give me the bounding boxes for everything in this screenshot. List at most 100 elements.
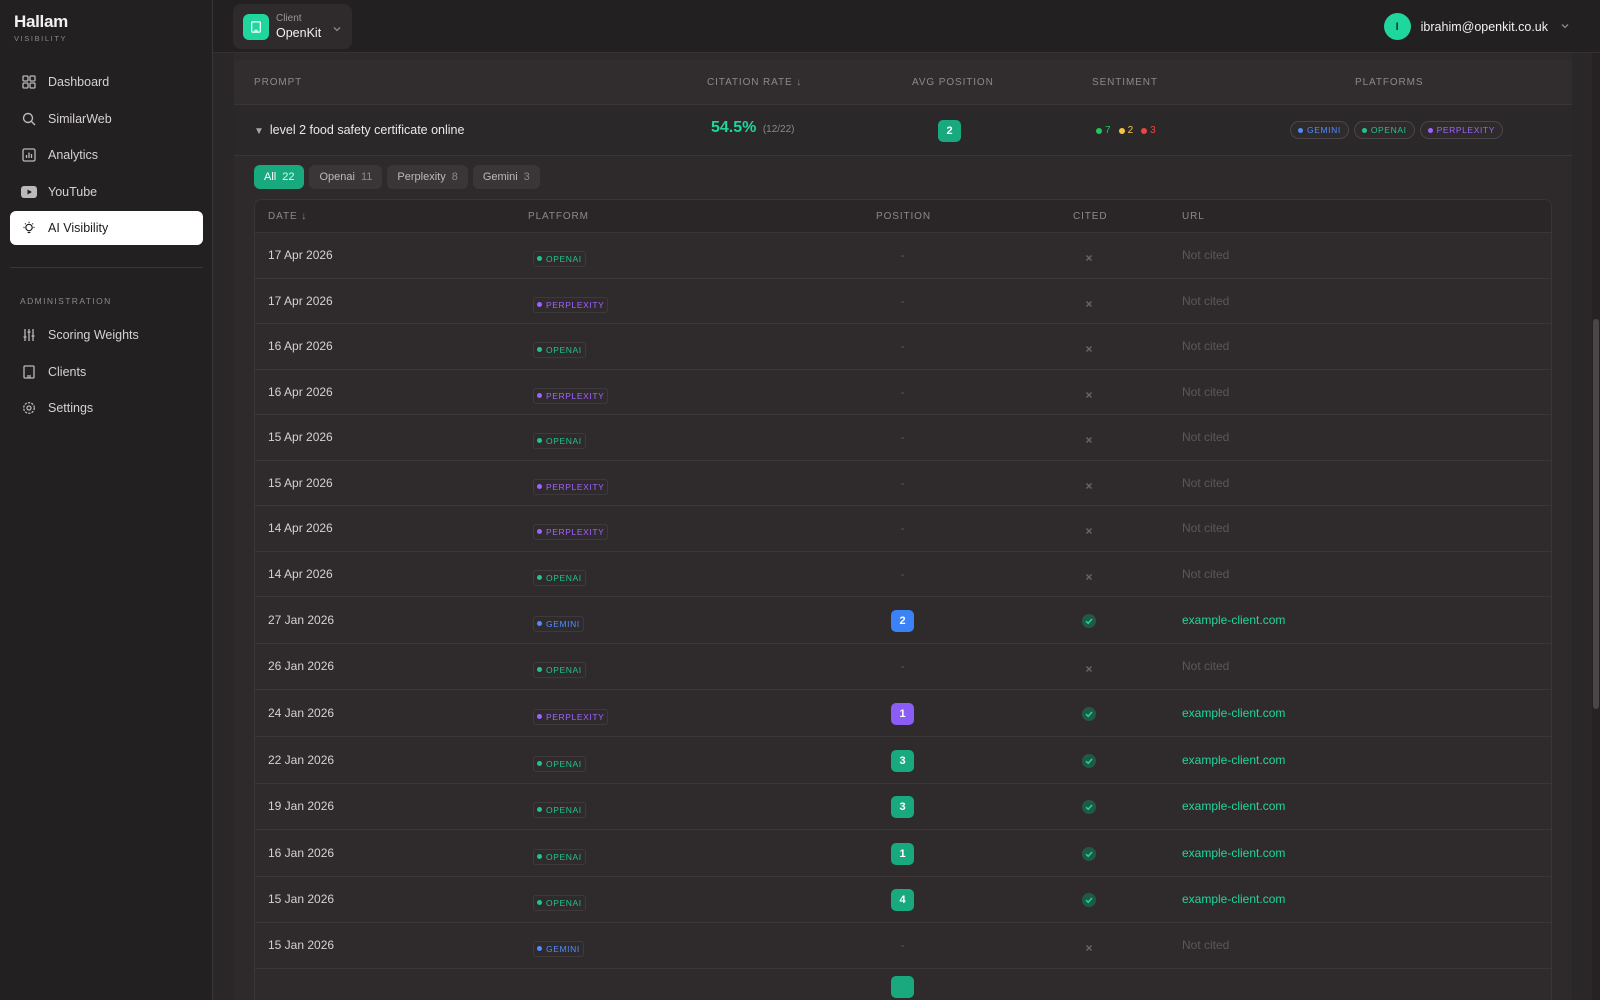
table-row[interactable] bbox=[255, 969, 1551, 1000]
row-date: 15 Jan 2026 bbox=[268, 938, 335, 952]
table-row[interactable]: 16 Apr 2026 OPENAI - Not cited bbox=[255, 324, 1551, 370]
row-platform: PERPLEXITY bbox=[533, 706, 609, 725]
column-header-sentiment[interactable]: SENTIMENT bbox=[1092, 77, 1158, 88]
tab-all[interactable]: All 22 bbox=[254, 165, 305, 189]
position-empty: - bbox=[900, 938, 905, 952]
prompt-row[interactable]: ▼ level 2 food safety certificate online … bbox=[234, 104, 1572, 156]
platform-chip-openai: OPENAI bbox=[1353, 121, 1415, 139]
sidebar-item-label: Analytics bbox=[48, 148, 99, 163]
row-date: 22 Jan 2026 bbox=[268, 753, 335, 767]
column-header-cited: CITED bbox=[1073, 211, 1108, 222]
sentiment-counts: 7 2 3 bbox=[1096, 125, 1156, 136]
position-badge: 1 bbox=[891, 703, 914, 725]
column-header-url: URL bbox=[1182, 211, 1205, 222]
row-platform: PERPLEXITY bbox=[533, 521, 609, 540]
column-header-platforms[interactable]: PLATFORMS bbox=[1355, 77, 1423, 88]
url-not-cited: Not cited bbox=[1182, 339, 1230, 353]
table-row[interactable]: 14 Apr 2026 OPENAI - Not cited bbox=[255, 552, 1551, 597]
url-not-cited: Not cited bbox=[1182, 659, 1230, 673]
citation-rate: 54.5% (12/22) bbox=[711, 119, 795, 137]
check-icon bbox=[1082, 614, 1096, 633]
client-label: Client bbox=[276, 12, 302, 24]
table-row[interactable]: 24 Jan 2026 PERPLEXITY 1 example-client.com bbox=[255, 690, 1551, 737]
column-header-date[interactable]: DATE ↓ bbox=[268, 211, 307, 222]
column-header-citation-rate[interactable]: CITATION RATE ↓ bbox=[707, 77, 802, 88]
row-platform: OPENAI bbox=[533, 753, 586, 772]
url-link[interactable]: example-client.com bbox=[1182, 613, 1285, 627]
platform-badge: OPENAI bbox=[533, 801, 586, 818]
url-link[interactable]: example-client.com bbox=[1182, 799, 1285, 813]
row-platform: OPENAI bbox=[533, 799, 586, 818]
position-badge: 3 bbox=[891, 750, 914, 772]
row-platform: OPENAI bbox=[533, 248, 586, 267]
table-row[interactable]: 16 Apr 2026 PERPLEXITY - Not cited bbox=[255, 370, 1551, 415]
sidebar-item-analytics[interactable]: Analytics bbox=[10, 138, 203, 172]
prompt-toggle[interactable]: ▼ level 2 food safety certificate online bbox=[254, 123, 464, 137]
platform-chip-perplexity: PERPLEXITY bbox=[1419, 121, 1503, 139]
table-row[interactable]: 15 Apr 2026 PERPLEXITY - Not cited bbox=[255, 461, 1551, 506]
table-row[interactable]: 22 Jan 2026 OPENAI 3 example-client.com bbox=[255, 737, 1551, 784]
row-date: 24 Jan 2026 bbox=[268, 706, 335, 720]
table-row[interactable]: 26 Jan 2026 OPENAI - Not cited bbox=[255, 644, 1551, 690]
sentiment-positive: 7 bbox=[1096, 125, 1111, 136]
sidebar-item-ai-visibility[interactable]: AI Visibility bbox=[10, 211, 203, 246]
cross-icon bbox=[1084, 387, 1096, 405]
client-switcher[interactable]: Client OpenKit bbox=[233, 4, 352, 49]
tab-openai[interactable]: Openai 11 bbox=[309, 165, 383, 189]
url-link[interactable]: example-client.com bbox=[1182, 892, 1285, 906]
cross-icon bbox=[1084, 341, 1096, 359]
scrollbar-thumb[interactable] bbox=[1593, 319, 1599, 709]
brand-logo[interactable]: Hallam VISIBILITY bbox=[14, 12, 68, 43]
sidebar-item-label: Scoring Weights bbox=[48, 328, 139, 342]
avatar: I bbox=[1383, 13, 1411, 40]
sidebar-item-dashboard[interactable]: Dashboard bbox=[10, 65, 203, 99]
table-row[interactable]: 15 Apr 2026 OPENAI - Not cited bbox=[255, 415, 1551, 461]
sidebar-item-scoring-weights[interactable]: Scoring Weights bbox=[10, 318, 203, 352]
row-platform: OPENAI bbox=[533, 892, 586, 911]
url-not-cited: Not cited bbox=[1182, 476, 1230, 490]
sidebar-item-settings[interactable]: Settings bbox=[10, 391, 203, 425]
row-platform: PERPLEXITY bbox=[533, 294, 609, 313]
check-icon bbox=[1082, 800, 1096, 819]
url-not-cited: Not cited bbox=[1182, 567, 1230, 581]
table-row[interactable]: 15 Jan 2026 GEMINI - Not cited bbox=[255, 923, 1551, 969]
url-link[interactable]: example-client.com bbox=[1182, 706, 1285, 720]
column-header-avg-position[interactable]: AVG POSITION bbox=[912, 77, 994, 88]
search-icon bbox=[21, 111, 37, 127]
user-menu[interactable]: I ibrahim@openkit.co.uk bbox=[1383, 13, 1570, 40]
table-row[interactable]: 17 Apr 2026 OPENAI - Not cited bbox=[255, 233, 1551, 279]
tab-perplexity[interactable]: Perplexity 8 bbox=[387, 165, 468, 189]
table-row[interactable]: 19 Jan 2026 OPENAI 3 example-client.com bbox=[255, 784, 1551, 830]
url-link[interactable]: example-client.com bbox=[1182, 846, 1285, 860]
table-row[interactable]: 14 Apr 2026 PERPLEXITY - Not cited bbox=[255, 506, 1551, 552]
table-row[interactable]: 16 Jan 2026 OPENAI 1 example-client.com bbox=[255, 830, 1551, 877]
url-link[interactable]: example-client.com bbox=[1182, 753, 1285, 767]
row-platform: OPENAI bbox=[533, 659, 586, 678]
sidebar-item-label: Clients bbox=[48, 364, 87, 379]
table-row[interactable]: 27 Jan 2026 GEMINI 2 example-client.com bbox=[255, 597, 1551, 644]
chevron-down-icon bbox=[332, 21, 342, 39]
table-row[interactable]: 17 Apr 2026 PERPLEXITY - Not cited bbox=[255, 279, 1551, 324]
responses-table-header: DATE ↓ PLATFORM POSITION CITED URL bbox=[255, 200, 1551, 233]
table-row[interactable]: 15 Jan 2026 OPENAI 4 example-client.com bbox=[255, 877, 1551, 923]
platform-badge: PERPLEXITY bbox=[533, 523, 609, 540]
row-date: 15 Apr 2026 bbox=[268, 476, 333, 490]
row-date: 14 Apr 2026 bbox=[268, 521, 333, 535]
tab-gemini[interactable]: Gemini 3 bbox=[472, 165, 540, 189]
url-not-cited: Not cited bbox=[1182, 430, 1230, 444]
sidebar-item-youtube[interactable]: YouTube bbox=[10, 175, 203, 209]
scrollbar[interactable] bbox=[1592, 53, 1600, 1000]
sidebar-item-label: SimilarWeb bbox=[48, 111, 112, 126]
sidebar-item-clients[interactable]: Clients bbox=[10, 355, 203, 389]
sidebar-item-similarweb[interactable]: SimilarWeb bbox=[10, 102, 203, 136]
url-not-cited: Not cited bbox=[1182, 248, 1230, 262]
platform-chip-gemini: GEMINI bbox=[1290, 121, 1349, 139]
building-icon bbox=[243, 13, 269, 40]
building-icon bbox=[21, 364, 37, 380]
chevron-down-icon bbox=[1560, 18, 1570, 36]
platform-badge: OPENAI bbox=[533, 755, 586, 772]
gear-icon bbox=[21, 400, 37, 416]
cross-icon bbox=[1084, 296, 1096, 314]
youtube-icon bbox=[21, 184, 37, 200]
column-header-prompt[interactable]: PROMPT bbox=[254, 77, 302, 88]
